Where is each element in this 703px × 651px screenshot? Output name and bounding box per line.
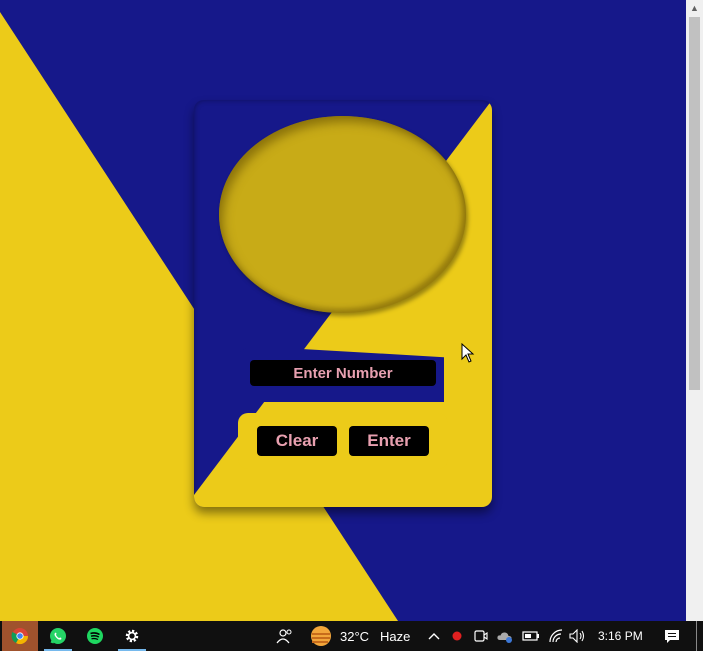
result-display <box>219 116 466 313</box>
wifi-icon[interactable] <box>546 621 566 651</box>
spotify-taskbar-button[interactable] <box>77 621 113 651</box>
settings-icon <box>125 629 139 643</box>
onedrive-icon[interactable] <box>496 621 514 651</box>
input-area <box>240 346 444 402</box>
chrome-icon <box>11 628 29 645</box>
haze-weather-icon <box>311 626 331 646</box>
spotify-icon <box>87 628 103 644</box>
clear-button[interactable]: Clear <box>257 426 337 456</box>
volume-icon[interactable] <box>568 621 588 651</box>
whatsapp-taskbar-button[interactable] <box>40 621 76 651</box>
whatsapp-icon <box>50 628 66 644</box>
chrome-taskbar-button[interactable] <box>2 621 38 651</box>
people-tray-button[interactable] <box>274 621 296 651</box>
weather-tray-button[interactable] <box>308 621 334 651</box>
weather-temperature: 32°C <box>340 628 370 644</box>
number-input[interactable] <box>250 360 436 386</box>
page-background: Clear Enter <box>0 0 686 621</box>
notification-center-icon[interactable] <box>662 621 682 651</box>
vertical-scrollbar[interactable]: ▲ <box>686 0 703 621</box>
scrollbar-thumb[interactable] <box>689 17 700 390</box>
mouse-cursor-icon <box>461 343 475 363</box>
calculator-card: Clear Enter <box>194 100 492 507</box>
meet-now-icon[interactable] <box>473 621 489 651</box>
chevron-up-icon[interactable] <box>426 621 442 651</box>
clock-time[interactable]: 3:16 PM <box>598 621 643 651</box>
button-area: Clear Enter <box>238 413 448 469</box>
taskbar: 32°C Haze 3:16 PM <box>0 621 703 651</box>
settings-taskbar-button[interactable] <box>114 621 150 651</box>
show-desktop-button[interactable] <box>696 621 697 651</box>
record-icon[interactable] <box>450 621 464 651</box>
battery-icon[interactable] <box>521 621 541 651</box>
people-icon <box>276 629 292 644</box>
scroll-up-icon[interactable]: ▲ <box>686 0 703 17</box>
enter-button[interactable]: Enter <box>349 426 429 456</box>
weather-condition: Haze <box>380 628 411 644</box>
